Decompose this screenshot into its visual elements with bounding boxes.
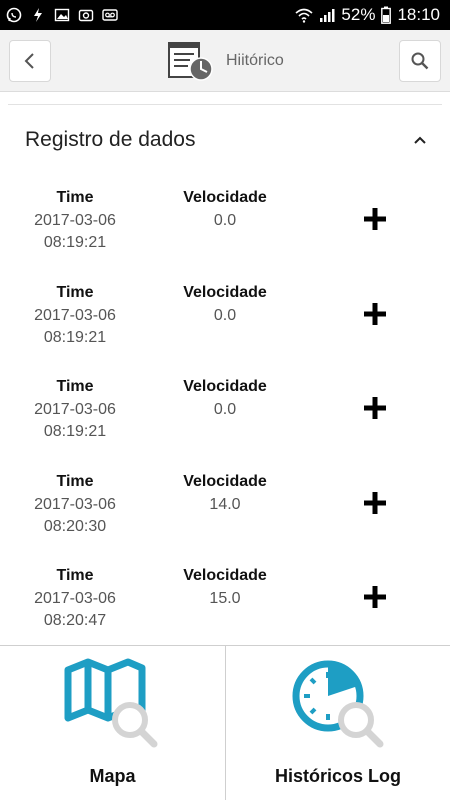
camera-icon — [78, 9, 94, 22]
record-clock: 08:19:21 — [43, 423, 107, 440]
record-date: 2017-03-06 — [34, 590, 116, 607]
time-label: Time — [56, 472, 94, 490]
speed-label: Velocidade — [183, 283, 267, 301]
time-label: Time — [56, 283, 94, 301]
nav-map-button[interactable]: Mapa — [0, 646, 225, 800]
speed-label: Velocidade — [183, 567, 267, 584]
speed-label: Velocidade — [183, 472, 267, 490]
speed-column: Velocidade 0.0 — [165, 283, 285, 327]
speed-label: Velocidade — [183, 378, 267, 395]
status-bar: 52% 18:10 — [0, 0, 450, 30]
list-item: Time 2017-03-06 08:19:21 Velocidade 0.0 — [0, 188, 450, 283]
record-speed: 0.0 — [213, 401, 237, 418]
time-column: Time 2017-03-06 08:20:47 — [20, 566, 130, 632]
record-speed: 14.0 — [209, 495, 241, 513]
record-speed: 0.0 — [213, 306, 237, 324]
nav-history-log-label: Históricos Log — [274, 766, 401, 786]
signal-icon — [320, 9, 335, 22]
time-label: Time — [56, 189, 94, 206]
record-clock: 08:20:30 — [43, 517, 107, 535]
speed-column: Velocidade 14.0 — [165, 472, 285, 516]
time-column: Time 2017-03-06 08:19:21 — [20, 377, 130, 443]
list-item: Time 2017-03-06 08:19:21 Velocidade 0.0 — [0, 283, 450, 378]
list-item: Time 2017-03-06 08:20:30 Velocidade 14.0 — [0, 472, 450, 567]
record-date: 2017-03-06 — [34, 401, 116, 418]
history-report-icon — [168, 42, 213, 81]
time-label: Time — [56, 567, 94, 584]
speed-label: Velocidade — [183, 189, 267, 206]
clock: 18:10 — [397, 5, 440, 24]
time-column: Time 2017-03-06 08:19:21 — [20, 283, 130, 349]
record-clock: 08:19:21 — [43, 234, 107, 251]
search-button[interactable] — [399, 40, 441, 82]
divider — [8, 104, 442, 105]
section-title: Registro de dados — [25, 128, 196, 151]
map-search-icon — [64, 658, 158, 748]
chevron-up-icon[interactable] — [412, 132, 428, 148]
nav-map-label: Mapa — [89, 766, 136, 786]
bottom-nav: Mapa Históricos Log — [0, 645, 450, 800]
plus-icon[interactable] — [362, 206, 388, 232]
speed-column: Velocidade 15.0 — [165, 566, 285, 610]
time-label: Time — [56, 378, 94, 395]
flash-icon — [34, 8, 42, 22]
plus-icon[interactable] — [362, 395, 388, 421]
plus-icon[interactable] — [362, 490, 388, 516]
record-clock: 08:19:21 — [43, 328, 107, 346]
image-icon — [54, 8, 70, 22]
record-date: 2017-03-06 — [34, 306, 116, 324]
record-clock: 08:20:47 — [43, 612, 107, 629]
record-date: 2017-03-06 — [34, 212, 116, 229]
plus-icon[interactable] — [362, 584, 388, 610]
record-date: 2017-03-06 — [34, 495, 116, 513]
search-icon — [411, 52, 429, 70]
time-column: Time 2017-03-06 08:20:30 — [20, 472, 130, 538]
page-title: Hiitórico — [226, 52, 284, 69]
record-speed: 15.0 — [209, 590, 241, 607]
voicemail-icon — [102, 9, 118, 21]
record-speed: 0.0 — [213, 212, 237, 229]
battery-percent: 52% — [341, 5, 376, 24]
chevron-left-icon — [24, 53, 34, 69]
back-button[interactable] — [9, 40, 51, 82]
app-header: Hiitórico — [0, 30, 450, 92]
battery-icon — [381, 6, 392, 24]
nav-history-log-button[interactable]: Históricos Log — [225, 646, 450, 800]
list-item: Time 2017-03-06 08:20:47 Velocidade 15.0 — [0, 566, 450, 645]
speed-column: Velocidade 0.0 — [165, 188, 285, 232]
wifi-icon — [295, 8, 313, 23]
time-column: Time 2017-03-06 08:19:21 — [20, 188, 130, 254]
clock-search-icon — [292, 660, 384, 748]
whatsapp-icon — [6, 7, 22, 23]
list-item: Time 2017-03-06 08:19:21 Velocidade 0.0 — [0, 377, 450, 472]
speed-column: Velocidade 0.0 — [165, 377, 285, 421]
plus-icon[interactable] — [362, 301, 388, 327]
records-panel: Registro de dados Time 2017-03-06 08:19:… — [0, 92, 450, 645]
records-list: Time 2017-03-06 08:19:21 Velocidade 0.0 … — [0, 188, 450, 645]
header-title-group: Hiitórico — [168, 38, 284, 84]
